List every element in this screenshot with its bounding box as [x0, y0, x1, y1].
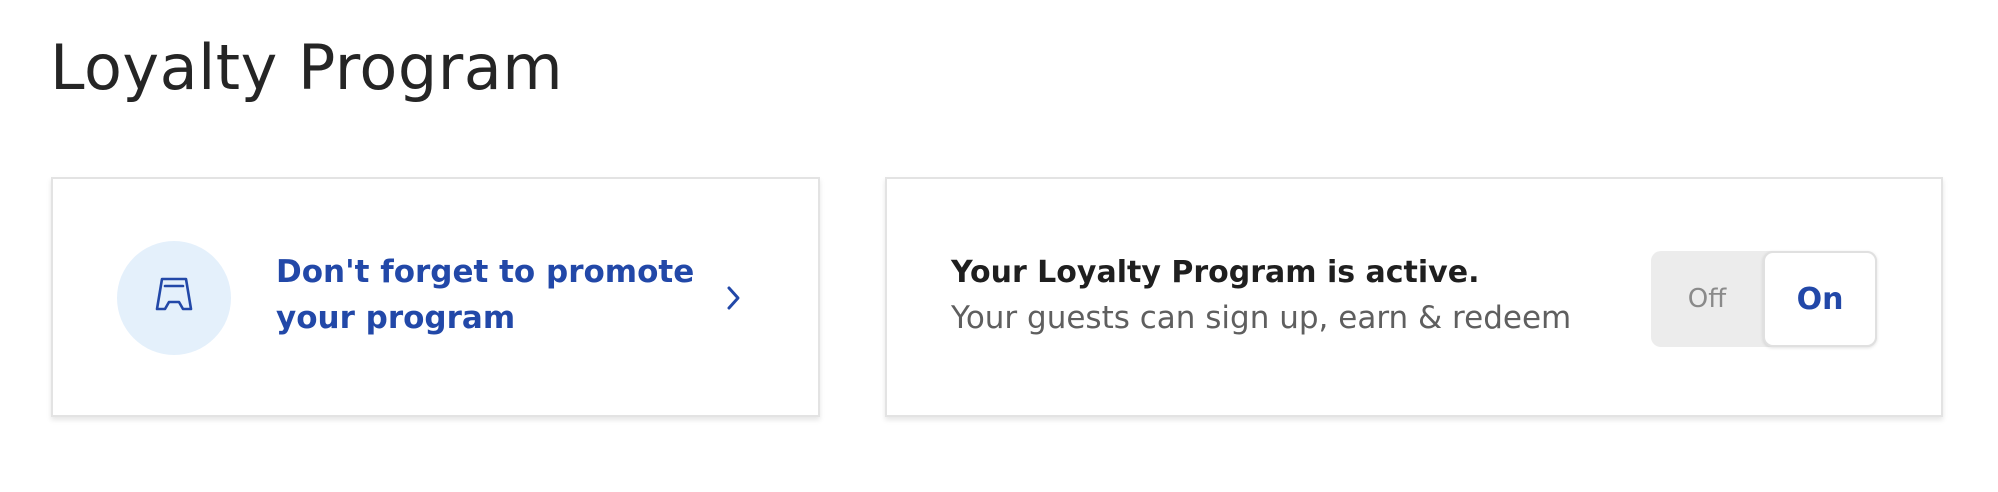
chevron-right-icon[interactable] [719, 283, 749, 313]
status-subtitle: Your guests can sign up, earn & redeem [951, 300, 1572, 336]
promote-program-card[interactable]: Don't forget to promote your program [51, 177, 820, 417]
status-title: Your Loyalty Program is active. [951, 255, 1480, 290]
toggle-on-option[interactable]: On [1763, 251, 1877, 347]
promote-program-link[interactable]: Don't forget to promote your program [276, 249, 696, 341]
loyalty-on-off-toggle[interactable]: Off On [1651, 251, 1877, 347]
promo-icon-circle [117, 241, 231, 355]
sign-stand-icon [152, 276, 196, 320]
page-title: Loyalty Program [50, 31, 564, 104]
loyalty-status-card: Your Loyalty Program is active. Your gue… [885, 177, 1943, 417]
toggle-off-option[interactable]: Off [1651, 251, 1763, 347]
